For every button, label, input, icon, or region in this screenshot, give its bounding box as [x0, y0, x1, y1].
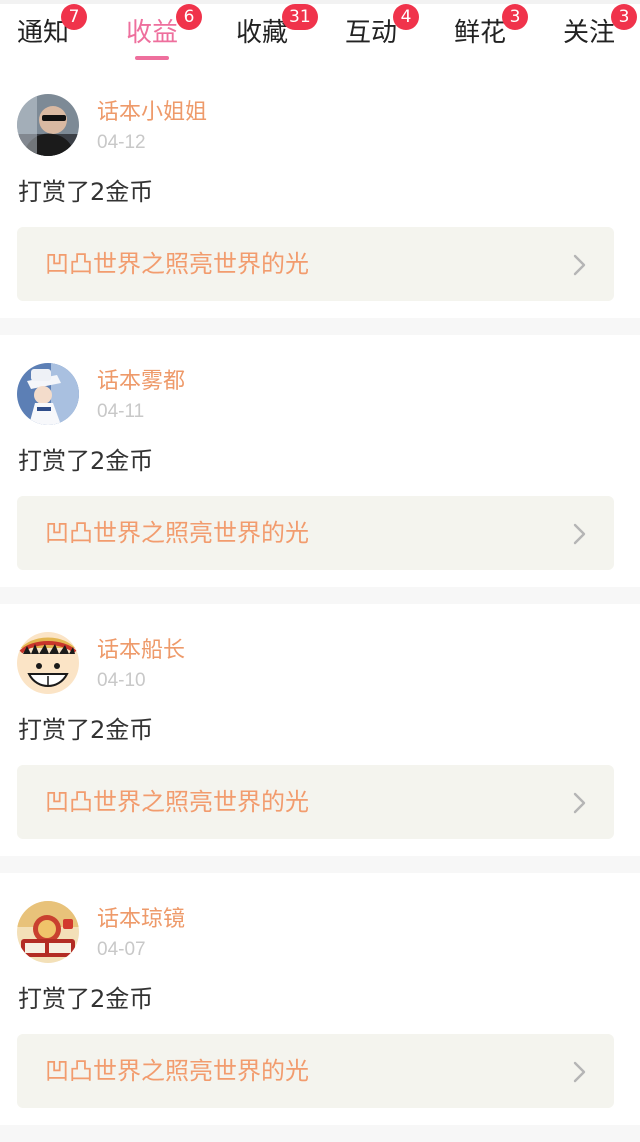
divider: [0, 856, 640, 873]
reward-action-text: 打赏了2金币: [18, 985, 154, 1013]
tab-badge: 31: [282, 4, 318, 30]
work-title: 凹凸世界之照亮世界的光: [45, 1057, 309, 1085]
timestamp: 04-07: [97, 939, 146, 960]
chevron-right-icon: [573, 254, 586, 276]
work-title: 凹凸世界之照亮世界的光: [45, 519, 309, 547]
username[interactable]: 话本小姐姐: [97, 99, 207, 127]
username[interactable]: 话本船长: [97, 637, 185, 665]
tab-badge: 4: [393, 4, 419, 30]
timestamp: 04-11: [97, 401, 145, 422]
avatar[interactable]: [17, 632, 79, 694]
divider: [0, 1125, 640, 1142]
work-link[interactable]: 凹凸世界之照亮世界的光: [17, 496, 614, 570]
avatar[interactable]: [17, 94, 79, 156]
tab-label: 关注: [563, 18, 616, 48]
chevron-right-icon: [573, 792, 586, 814]
chevron-right-icon: [573, 523, 586, 545]
reward-card: 话本船长 04-10 打赏了2金币 凹凸世界之照亮世界的光: [0, 604, 640, 856]
avatar[interactable]: [17, 901, 79, 963]
top-tab-bar: 通知 7 收益 6 收藏 31 互动 4 鲜花 3 关注 3: [0, 0, 640, 66]
reward-action-text: 打赏了2金币: [18, 447, 154, 475]
tab-notifications[interactable]: 通知 7: [17, 4, 87, 60]
tab-badge: 3: [502, 4, 528, 30]
avatar-person-sunglasses-icon: [17, 94, 79, 156]
avatar-anime-white-hat-icon: [17, 363, 79, 425]
tab-earnings[interactable]: 收益 6: [126, 4, 202, 60]
reward-card: 话本雾都 04-11 打赏了2金币 凹凸世界之照亮世界的光: [0, 335, 640, 587]
tab-interactions[interactable]: 互动 4: [345, 4, 419, 60]
tab-label: 鲜花: [454, 18, 507, 48]
chevron-right-icon: [573, 1061, 586, 1083]
tab-label: 收藏: [236, 18, 289, 48]
username[interactable]: 话本雾都: [97, 368, 185, 396]
work-link[interactable]: 凹凸世界之照亮世界的光: [17, 765, 614, 839]
tab-flowers[interactable]: 鲜花 3: [454, 4, 528, 60]
timestamp: 04-10: [97, 670, 146, 691]
work-link[interactable]: 凹凸世界之照亮世界的光: [17, 227, 614, 301]
reward-card: 话本小姐姐 04-12 打赏了2金币 凹凸世界之照亮世界的光: [0, 66, 640, 318]
reward-card: 话本琼镜 04-07 打赏了2金币 凹凸世界之照亮世界的光: [0, 873, 640, 1125]
username[interactable]: 话本琼镜: [97, 906, 185, 934]
tab-badge: 7: [61, 4, 87, 30]
reward-action-text: 打赏了2金币: [18, 178, 154, 206]
work-link[interactable]: 凹凸世界之照亮世界的光: [17, 1034, 614, 1108]
tab-badge: 6: [176, 4, 202, 30]
active-tab-indicator: [135, 56, 169, 60]
avatar[interactable]: [17, 363, 79, 425]
reward-action-text: 打赏了2金币: [18, 716, 154, 744]
tab-label: 互动: [345, 18, 398, 48]
tab-favorites[interactable]: 收藏 31: [236, 4, 318, 60]
tab-badge: 3: [611, 4, 637, 30]
divider: [0, 318, 640, 335]
tab-label: 收益: [126, 18, 179, 48]
divider: [0, 587, 640, 604]
work-title: 凹凸世界之照亮世界的光: [45, 788, 309, 816]
tab-following[interactable]: 关注 3: [563, 4, 637, 60]
tab-label: 通知: [17, 18, 70, 48]
timestamp: 04-12: [97, 132, 146, 153]
work-title: 凹凸世界之照亮世界的光: [45, 250, 309, 278]
earnings-feed: 话本小姐姐 04-12 打赏了2金币 凹凸世界之照亮世界的光 话本雾都 04-1…: [0, 66, 640, 1142]
avatar-straw-hat-cartoon-icon: [17, 632, 79, 694]
avatar-red-gold-emblem-icon: [17, 901, 79, 963]
